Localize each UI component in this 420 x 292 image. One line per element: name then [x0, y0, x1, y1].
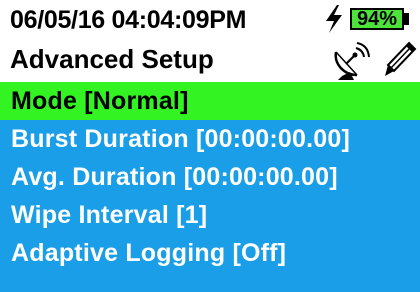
pen-icon[interactable]	[382, 40, 418, 80]
menu-item-burst-duration[interactable]: Burst Duration [00:00:00.00]	[0, 120, 420, 158]
menu-item-wipe-interval[interactable]: Wipe Interval [1]	[0, 196, 420, 234]
datetime: 06/05/16 04:04:09PM	[10, 6, 247, 34]
menu-item-adaptive-logging[interactable]: Adaptive Logging [Off]	[0, 234, 420, 272]
battery-indicator: 94%	[350, 8, 404, 30]
menu-item-avg-duration[interactable]: Avg. Duration [00:00:00.00]	[0, 158, 420, 196]
lightning-bolt-icon	[326, 5, 342, 33]
battery-percent: 94%	[356, 8, 398, 30]
device-screen: 06/05/16 04:04:09PM 94% Advanced Setup M…	[0, 0, 420, 292]
satellite-dish-icon[interactable]	[330, 42, 370, 82]
battery-tip	[404, 13, 409, 25]
page-title: Advanced Setup	[10, 44, 214, 74]
status-bar: 06/05/16 04:04:09PM 94%	[0, 0, 420, 38]
settings-menu: Mode [Normal] Burst Duration [00:00:00.0…	[0, 82, 420, 292]
menu-item-mode[interactable]: Mode [Normal]	[0, 82, 420, 120]
